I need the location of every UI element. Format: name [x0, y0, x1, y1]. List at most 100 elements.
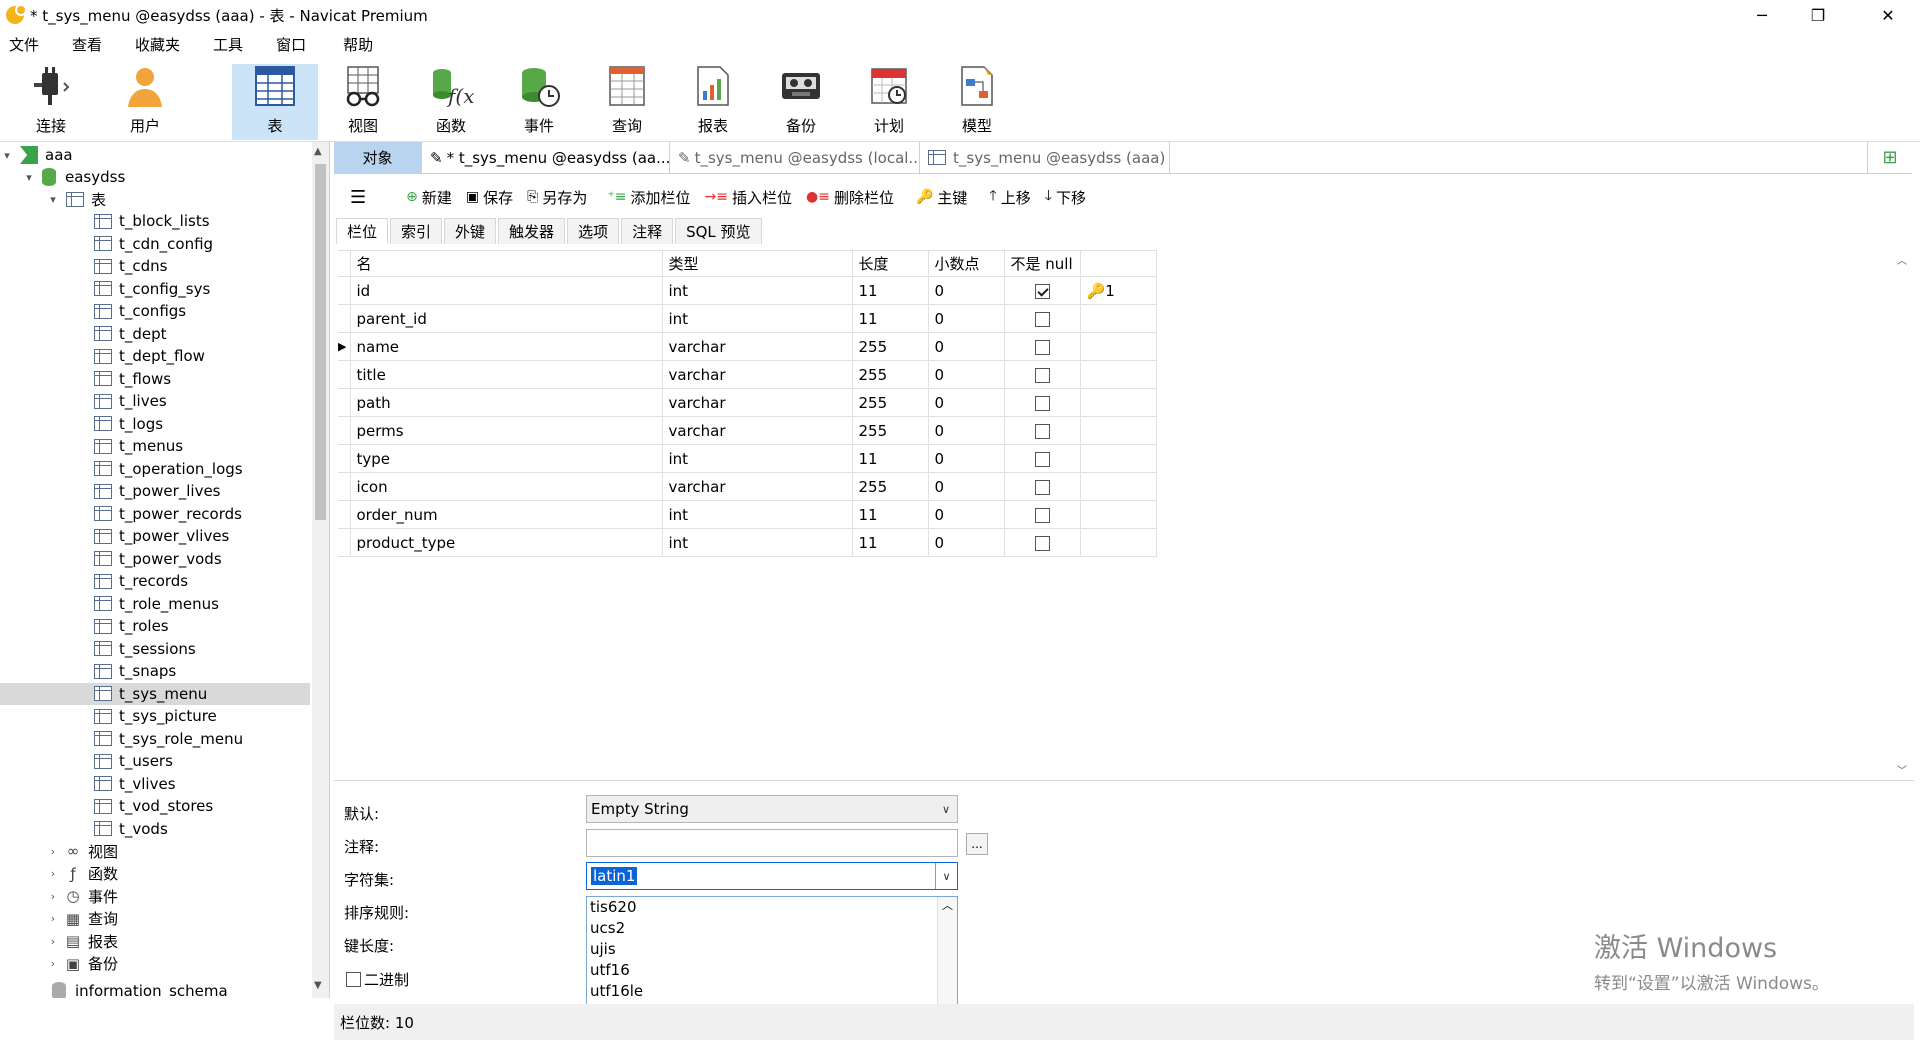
- field-row[interactable]: parent_id int 11 0: [338, 304, 1157, 333]
- tree-table-item[interactable]: t_sessions: [0, 638, 310, 660]
- menu-window[interactable]: 窗口: [267, 34, 320, 55]
- menu-view[interactable]: 查看: [63, 34, 116, 55]
- tree-table-item[interactable]: t_dept: [0, 323, 310, 345]
- move-up-button[interactable]: 🡑 上移: [989, 185, 1030, 209]
- tree-table-item[interactable]: t_lives: [0, 390, 310, 412]
- field-length-cell[interactable]: 11: [851, 304, 929, 333]
- tree-connection-aaa[interactable]: ▾ aaa: [0, 144, 310, 166]
- field-length-cell[interactable]: 11: [851, 444, 929, 473]
- field-name-cell[interactable]: path: [349, 388, 663, 417]
- field-type-cell[interactable]: int: [661, 276, 853, 305]
- field-length-cell[interactable]: 11: [851, 276, 929, 305]
- hamburger-menu-icon[interactable]: ☰: [350, 187, 366, 208]
- tree-table-item[interactable]: t_block_lists: [0, 210, 310, 232]
- field-name-cell[interactable]: parent_id: [349, 304, 663, 333]
- subtab-sql-preview[interactable]: SQL 预览: [675, 218, 762, 244]
- field-name-cell[interactable]: type: [349, 444, 663, 473]
- not-null-checkbox[interactable]: [1034, 507, 1050, 523]
- minimize-button[interactable]: ─: [1734, 0, 1790, 30]
- charset-option[interactable]: tis620: [587, 897, 957, 918]
- menu-help[interactable]: 帮助: [334, 34, 387, 55]
- field-type-cell[interactable]: int: [661, 500, 853, 529]
- field-not-null-cell[interactable]: [1003, 472, 1081, 501]
- close-button[interactable]: ✕: [1860, 0, 1916, 30]
- toolbar-report-button[interactable]: 报表: [670, 64, 756, 140]
- tree-object-group[interactable]: › ◷ 事件: [0, 885, 310, 907]
- scroll-down-icon[interactable]: ﹀: [1897, 762, 1907, 777]
- field-name-cell[interactable]: icon: [349, 472, 663, 501]
- move-down-button[interactable]: 🡓 下移: [1045, 185, 1086, 209]
- primary-key-button[interactable]: 🔑 主键: [916, 187, 967, 208]
- field-row[interactable]: title varchar 255 0: [338, 360, 1157, 389]
- tree-object-group[interactable]: › ▣ 备份: [0, 953, 310, 975]
- field-length-cell[interactable]: 255: [851, 416, 929, 445]
- field-length-cell[interactable]: 255: [851, 360, 929, 389]
- field-key-cell[interactable]: [1079, 332, 1157, 361]
- field-name-cell[interactable]: perms: [349, 416, 663, 445]
- field-row[interactable]: id int 11 0 🔑1: [338, 276, 1157, 305]
- tree-table-item[interactable]: t_cdns: [0, 255, 310, 277]
- field-name-cell[interactable]: title: [349, 360, 663, 389]
- tab-t-sys-menu-modified[interactable]: ✎ * t_sys_menu @easydss (aa...: [422, 142, 670, 173]
- tab-t-sys-menu-local[interactable]: ✎ t_sys_menu @easydss (local...: [670, 142, 920, 173]
- field-not-null-cell[interactable]: [1003, 528, 1081, 557]
- field-row[interactable]: type int 11 0: [338, 444, 1157, 473]
- expand-icon[interactable]: ›: [46, 935, 60, 948]
- expand-icon[interactable]: ›: [46, 957, 60, 970]
- field-type-cell[interactable]: int: [661, 528, 853, 557]
- tree-table-item[interactable]: t_configs: [0, 300, 310, 322]
- field-row[interactable]: icon varchar 255 0: [338, 472, 1157, 501]
- delete-field-button[interactable]: ●≡ 删除栏位: [806, 187, 894, 208]
- field-key-cell[interactable]: 🔑1: [1079, 276, 1157, 305]
- field-length-cell[interactable]: 255: [851, 472, 929, 501]
- field-type-cell[interactable]: varchar: [661, 332, 853, 361]
- tree-table-item[interactable]: t_operation_logs: [0, 458, 310, 480]
- field-type-cell[interactable]: int: [661, 444, 853, 473]
- tree-object-group[interactable]: › ▤ 报表: [0, 930, 310, 952]
- expand-icon[interactable]: ›: [46, 867, 60, 880]
- insert-field-button[interactable]: →≡ 插入栏位: [705, 187, 792, 208]
- tree-table-item[interactable]: t_vod_stores: [0, 795, 310, 817]
- field-key-cell[interactable]: [1079, 500, 1157, 529]
- tree-table-item[interactable]: t_menus: [0, 435, 310, 457]
- scroll-up-icon[interactable]: ▲: [314, 146, 322, 157]
- field-length-cell[interactable]: 11: [851, 500, 929, 529]
- tree-database-information-schema[interactable]: information_schema: [0, 980, 310, 998]
- field-decimals-cell[interactable]: 0: [927, 472, 1005, 501]
- field-not-null-cell[interactable]: [1003, 332, 1081, 361]
- tree-table-item[interactable]: t_records: [0, 570, 310, 592]
- field-key-cell[interactable]: [1079, 416, 1157, 445]
- tree-table-item[interactable]: t_users: [0, 750, 310, 772]
- field-length-cell[interactable]: 11: [851, 528, 929, 557]
- field-decimals-cell[interactable]: 0: [927, 388, 1005, 417]
- field-row[interactable]: perms varchar 255 0: [338, 416, 1157, 445]
- tree-table-item[interactable]: t_power_vods: [0, 548, 310, 570]
- binary-checkbox-row[interactable]: 二进制: [346, 969, 409, 990]
- charset-option[interactable]: utf16le: [587, 981, 957, 1002]
- tree-table-item[interactable]: t_sys_picture: [0, 705, 310, 727]
- field-decimals-cell[interactable]: 0: [927, 276, 1005, 305]
- default-select[interactable]: Empty String ∨: [586, 795, 958, 823]
- field-type-cell[interactable]: varchar: [661, 416, 853, 445]
- chevron-down-icon[interactable]: ∨: [935, 863, 957, 889]
- field-key-cell[interactable]: [1079, 444, 1157, 473]
- tab-objects[interactable]: 对象: [334, 142, 422, 173]
- menu-file[interactable]: 文件: [0, 34, 53, 55]
- tree-scrollbar[interactable]: ▲ ▼: [312, 142, 329, 998]
- field-not-null-cell[interactable]: [1003, 444, 1081, 473]
- tree-table-item[interactable]: t_power_vlives: [0, 525, 310, 547]
- toolbar-event-button[interactable]: 事件: [496, 64, 582, 140]
- grid-scrollbar[interactable]: ︿ ﹀: [1894, 250, 1912, 782]
- comment-input[interactable]: [586, 829, 958, 857]
- tree-table-item[interactable]: t_dept_flow: [0, 345, 310, 367]
- col-header-name[interactable]: 名: [349, 250, 663, 277]
- not-null-checkbox[interactable]: [1034, 395, 1050, 411]
- not-null-checkbox[interactable]: [1034, 423, 1050, 439]
- field-row[interactable]: ▶ name varchar 255 0: [338, 332, 1157, 361]
- field-decimals-cell[interactable]: 0: [927, 360, 1005, 389]
- restore-button[interactable]: ❐: [1790, 0, 1846, 30]
- tree-tables-group[interactable]: ▾ 表: [0, 188, 310, 210]
- not-null-checkbox[interactable]: [1034, 451, 1050, 467]
- collapse-icon[interactable]: ▾: [0, 149, 14, 162]
- tree-object-group[interactable]: › ▦ 查询: [0, 908, 310, 930]
